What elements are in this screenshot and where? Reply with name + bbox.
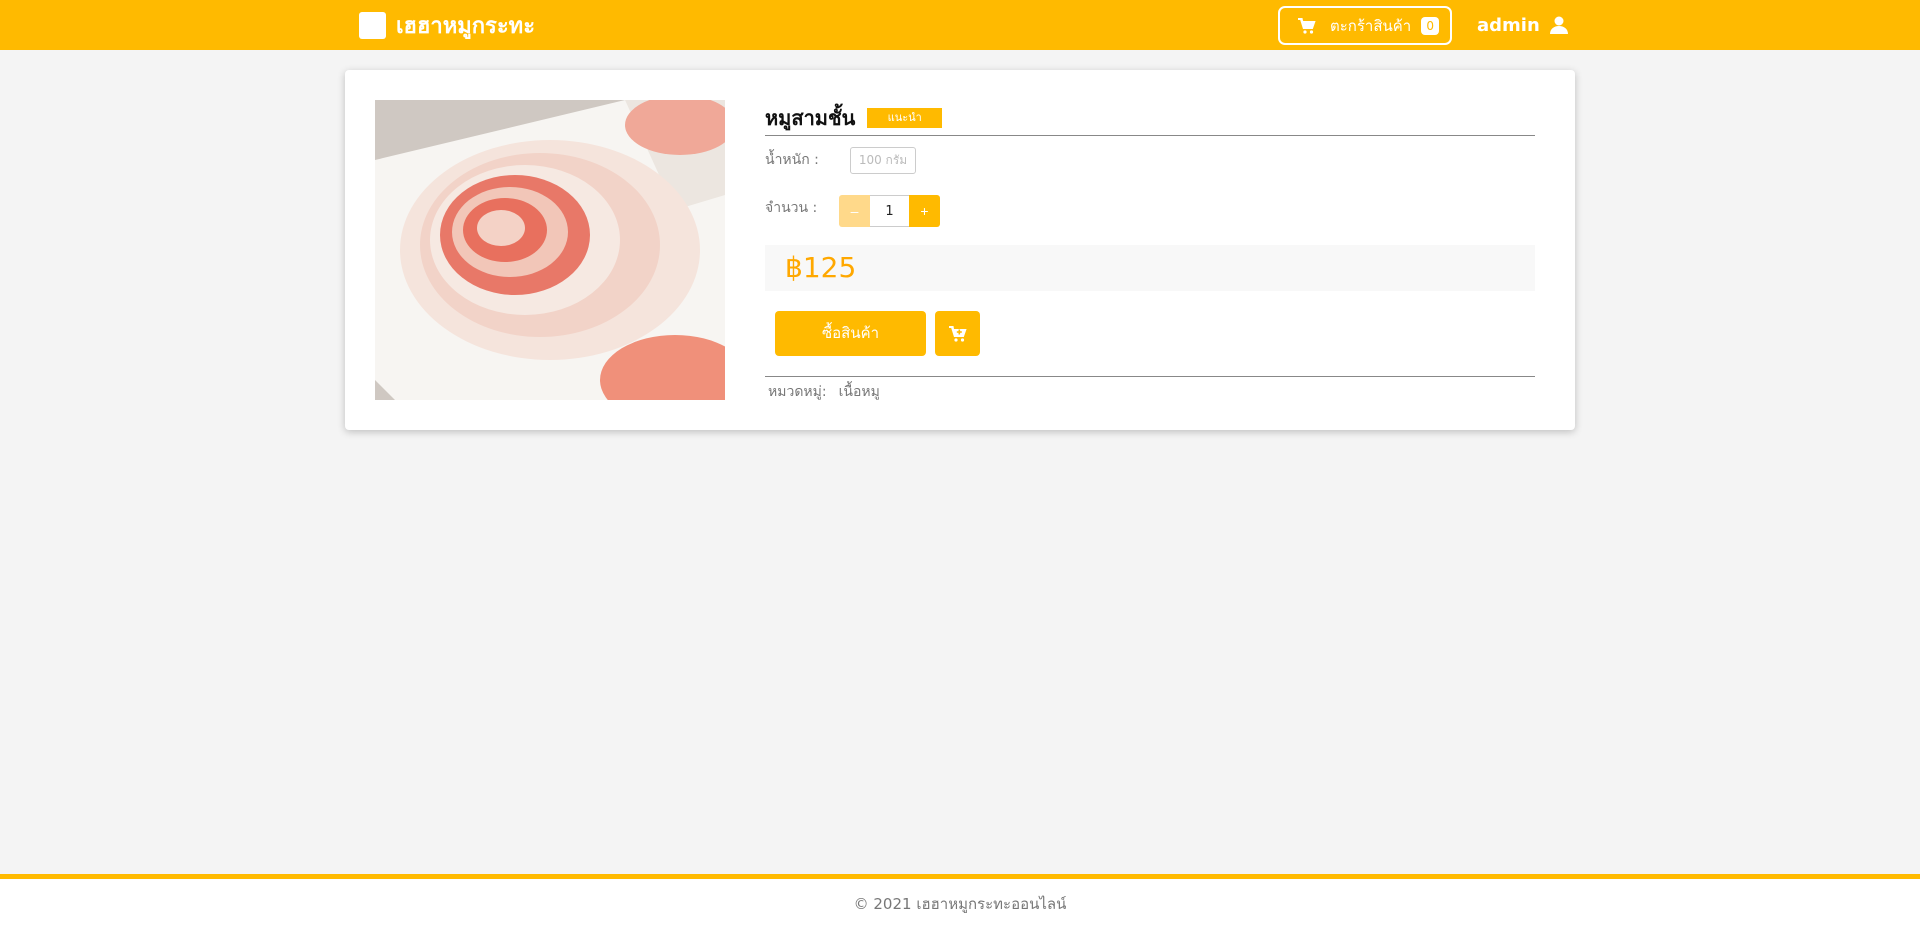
quantity-increase-button[interactable]: +: [909, 195, 940, 227]
title-row: หมูสามชั้น แนะนำ: [765, 100, 1535, 136]
quantity-decrease-button[interactable]: –: [839, 195, 870, 227]
brand-link[interactable]: เฮฮาหมูกระทะ: [359, 11, 535, 39]
product-name: หมูสามชั้น: [765, 105, 856, 130]
brand-logo-icon: [359, 11, 386, 39]
cart-label: ตะกร้าสินค้า: [1330, 16, 1412, 35]
weight-option[interactable]: 100 กรัม: [850, 147, 916, 174]
price-box: ฿125: [765, 245, 1535, 291]
brand-name: เฮฮาหมูกระทะ: [396, 13, 536, 39]
cart-icon: [1298, 17, 1316, 34]
quantity-label: จำนวน :: [765, 200, 818, 216]
cart-button[interactable]: ตะกร้าสินค้า 0: [1278, 6, 1452, 45]
add-to-cart-button[interactable]: [935, 311, 980, 356]
cart-plus-icon: [948, 325, 967, 342]
quantity-input[interactable]: [870, 195, 909, 227]
product-image: [375, 100, 725, 400]
weight-label: น้ำหนัก :: [765, 152, 819, 168]
buy-now-button[interactable]: ซื้อสินค้า: [775, 311, 926, 356]
user-menu[interactable]: admin: [1477, 13, 1568, 37]
product-card: หมูสามชั้น แนะนำ น้ำหนัก : 100 กรัม จำนว…: [345, 70, 1575, 430]
cart-count-badge: 0: [1421, 16, 1440, 35]
product-price: ฿125: [785, 251, 857, 284]
footer: © 2021 เฮฮาหมูกระทะออนไลน์: [0, 874, 1920, 929]
quantity-stepper: – +: [839, 195, 940, 227]
user-name: admin: [1477, 14, 1540, 36]
recommended-badge: แนะนำ: [867, 107, 943, 128]
category-row: หมวดหมู่: เนื้อหมู: [765, 376, 1535, 403]
user-icon: [1549, 16, 1568, 34]
footer-copyright: © 2021 เฮฮาหมูกระทะออนไลน์: [853, 895, 1067, 913]
top-navbar: เฮฮาหมูกระทะ ตะกร้าสินค้า 0 admin: [0, 0, 1920, 50]
product-photo: [375, 100, 725, 400]
category-label: หมวดหมู่:: [768, 384, 827, 400]
category-link[interactable]: เนื้อหมู: [839, 381, 880, 403]
